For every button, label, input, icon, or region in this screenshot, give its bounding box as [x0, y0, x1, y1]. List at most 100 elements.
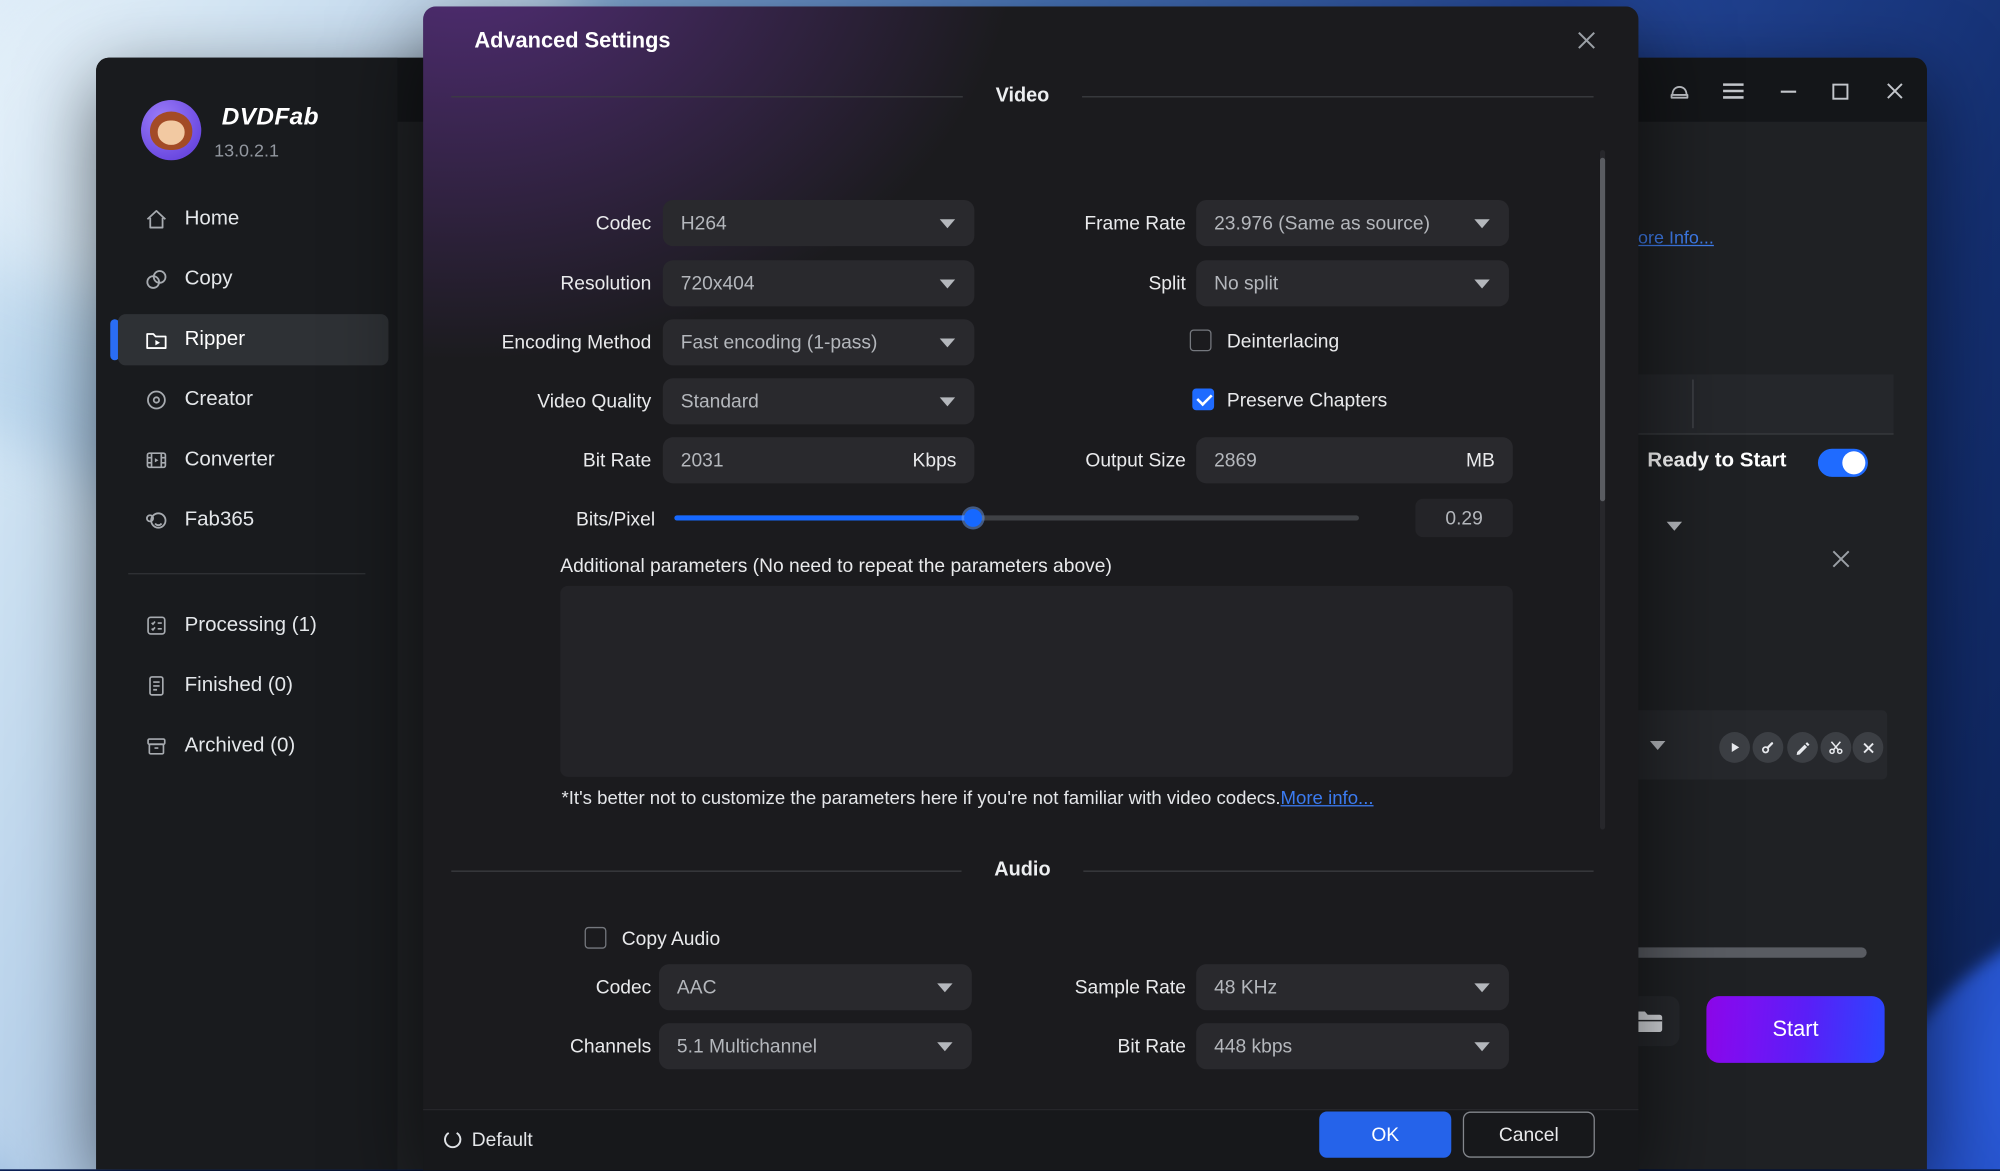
home-icon: [144, 206, 170, 232]
video-quality-label: Video Quality: [537, 391, 652, 413]
additional-params-textarea[interactable]: [560, 585, 1513, 777]
output-size-input[interactable]: 2869 MB: [1196, 437, 1513, 484]
video-section-title: Video: [995, 84, 1050, 107]
ready-status-label: Ready to Start: [1647, 449, 1787, 472]
sidebar-divider: [128, 573, 366, 575]
split-select[interactable]: No split: [1196, 260, 1509, 307]
resolution-label: Resolution: [560, 273, 652, 295]
audio-codec-label: Codec: [595, 976, 652, 999]
more-info-link[interactable]: More info...: [1281, 788, 1374, 809]
sidebar-item-processing[interactable]: Processing (1): [96, 600, 397, 651]
close-window-icon[interactable]: [1882, 78, 1908, 104]
split-label: Split: [1148, 273, 1186, 295]
output-size-label: Output Size: [1085, 449, 1186, 472]
bitrate-unit: Kbps: [912, 449, 957, 472]
delete-x-button[interactable]: [1852, 732, 1884, 763]
video-quality-select[interactable]: Standard: [662, 378, 975, 425]
dialog-title: Advanced Settings: [474, 28, 671, 53]
sample-rate-select[interactable]: 48 KHz: [1196, 964, 1509, 1011]
maximize-icon[interactable]: [1827, 78, 1853, 104]
desktop: More Info... Ready to Start Start DVDFab…: [0, 0, 2000, 1171]
copy-audio-checkbox[interactable]: [584, 926, 607, 949]
codec-label: Codec: [595, 212, 652, 235]
default-reset-button[interactable]: Default: [441, 1122, 533, 1158]
dialog-scrollbar[interactable]: [1599, 149, 1606, 830]
video-section-divider: Video: [451, 84, 1594, 107]
preserve-chapters-label: Preserve Chapters: [1226, 389, 1388, 412]
chevron-down-icon: [1474, 1042, 1490, 1052]
bits-pixel-label: Bits/Pixel: [576, 508, 656, 531]
ok-button[interactable]: OK: [1319, 1111, 1452, 1158]
additional-params-label: Additional parameters (No need to repeat…: [560, 555, 1112, 577]
sidebar-item-creator[interactable]: Creator: [96, 374, 397, 425]
ready-toggle[interactable]: [1817, 448, 1868, 477]
bitrate-input[interactable]: 2031 Kbps: [662, 437, 975, 484]
reset-icon: [444, 1132, 462, 1149]
chevron-down-icon[interactable]: [1649, 741, 1666, 750]
close-dialog-icon[interactable]: [1572, 26, 1600, 54]
resolution-select[interactable]: 720x404: [662, 260, 975, 307]
sidebar-item-copy[interactable]: Copy: [96, 254, 397, 305]
processing-list-icon: [144, 613, 170, 639]
audio-section-title: Audio: [994, 858, 1051, 881]
bits-pixel-value[interactable]: 0.29: [1415, 498, 1513, 538]
sidebar-item-archived[interactable]: Archived (0): [96, 721, 397, 772]
sidebar-item-ripper[interactable]: Ripper: [96, 314, 397, 365]
dialog-footer: Default OK Cancel: [423, 1108, 1639, 1171]
sidebar-item-home[interactable]: Home: [96, 194, 397, 245]
start-button[interactable]: Start: [1706, 996, 1885, 1063]
chevron-down-icon: [937, 983, 953, 993]
codec-note: *It's better not to customize the parame…: [561, 788, 1374, 809]
menu-icon[interactable]: [1721, 78, 1747, 104]
chevron-down-icon: [939, 338, 956, 348]
chevron-down-icon: [1474, 279, 1490, 289]
column-divider: [1692, 379, 1694, 429]
chevron-down-icon[interactable]: [1666, 521, 1683, 531]
audio-codec-select[interactable]: AAC: [658, 964, 972, 1011]
framerate-label: Frame Rate: [1084, 212, 1186, 235]
codec-select[interactable]: H264: [662, 199, 975, 247]
brand-name: DVDFab: [221, 103, 319, 131]
encoding-method-label: Encoding Method: [501, 332, 652, 354]
encoding-method-select[interactable]: Fast encoding (1-pass): [662, 319, 975, 366]
ripper-icon: [144, 327, 170, 353]
scrollbar-thumb[interactable]: [1599, 157, 1606, 502]
converter-icon: [144, 447, 170, 473]
chevron-down-icon: [1474, 983, 1490, 993]
preserve-chapters-checkbox[interactable]: [1192, 388, 1215, 411]
audio-bitrate-label: Bit Rate: [1117, 1035, 1186, 1058]
slider-fill: [674, 515, 975, 521]
sidebar-item-fab365[interactable]: Fab365: [96, 495, 397, 546]
chevron-down-icon: [939, 279, 956, 289]
sidebar-item-finished[interactable]: Finished (0): [96, 660, 397, 711]
audio-section-divider: Audio: [451, 858, 1594, 881]
sample-rate-label: Sample Rate: [1074, 976, 1186, 999]
slider-thumb[interactable]: [964, 508, 983, 527]
sidebar-item-converter[interactable]: Converter: [96, 435, 397, 486]
archived-box-icon: [144, 733, 170, 759]
preview-play-button[interactable]: [1719, 732, 1750, 763]
settings-wrench-button[interactable]: [1752, 732, 1784, 763]
deinterlacing-checkbox[interactable]: [1189, 329, 1212, 352]
channels-select[interactable]: 5.1 Multichannel: [658, 1023, 972, 1070]
cancel-button[interactable]: Cancel: [1462, 1111, 1595, 1158]
fab365-icon: [144, 508, 170, 534]
framerate-select[interactable]: 23.976 (Same as source): [1196, 199, 1509, 247]
audio-bitrate-select[interactable]: 448 kbps: [1196, 1023, 1509, 1070]
advanced-settings-dialog: Advanced Settings Video Codec H264 Frame…: [423, 6, 1639, 1171]
chevron-down-icon: [939, 397, 956, 407]
membership-crown-icon[interactable]: [1667, 78, 1693, 104]
output-size-unit: MB: [1466, 449, 1495, 472]
copy-audio-label: Copy Audio: [621, 928, 721, 950]
minimize-icon[interactable]: [1776, 78, 1802, 104]
app-version: 13.0.2.1: [214, 139, 279, 161]
bitrate-label: Bit Rate: [582, 449, 652, 472]
creator-icon: [144, 387, 170, 413]
channels-label: Channels: [570, 1035, 652, 1058]
remove-item-icon[interactable]: [1829, 547, 1852, 570]
trim-scissors-button[interactable]: [1820, 732, 1852, 763]
bits-pixel-slider[interactable]: [674, 508, 1359, 527]
chevron-down-icon: [1474, 219, 1490, 229]
chevron-down-icon: [939, 219, 956, 229]
edit-pencil-button[interactable]: [1787, 732, 1818, 763]
